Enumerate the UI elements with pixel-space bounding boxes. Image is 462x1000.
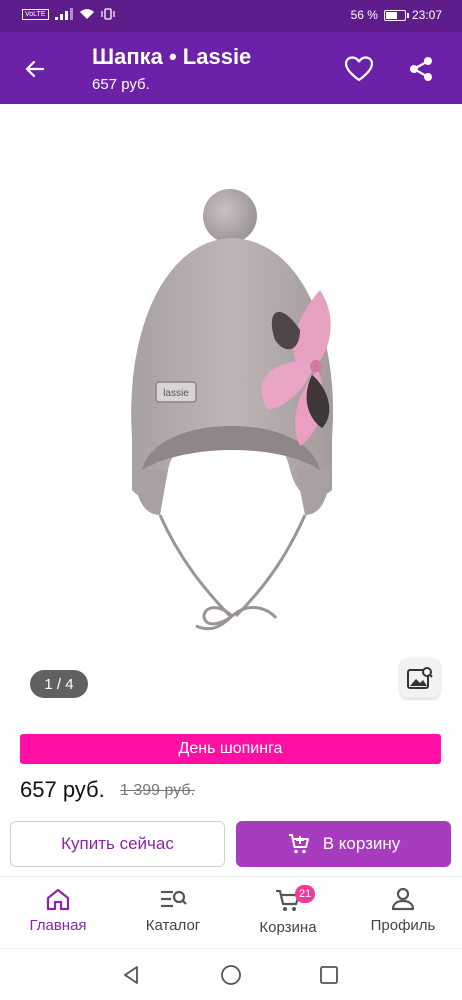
- cart-add-icon: [288, 834, 309, 854]
- favorite-button[interactable]: [340, 50, 378, 88]
- nav-item-catalog[interactable]: Каталог: [118, 887, 228, 945]
- nav-label-catalog: Каталог: [145, 917, 201, 934]
- system-home-button[interactable]: [219, 963, 243, 987]
- image-counter: 1 / 4: [30, 670, 88, 698]
- battery-icon: [383, 9, 409, 21]
- status-left: VoLTE: [22, 8, 115, 20]
- brand-label: lassie: [163, 388, 189, 399]
- share-button[interactable]: [402, 50, 440, 88]
- signal-icon: [54, 8, 73, 20]
- nav-label-cart: Корзина: [259, 919, 317, 936]
- hat-illustration: lassie: [131, 189, 334, 631]
- square-recents-icon: [320, 966, 338, 984]
- app-bar: Шапка • Lassie 657 руб.: [0, 32, 462, 104]
- battery-fill: [385, 11, 398, 19]
- promo-banner: День шопинга: [20, 734, 441, 764]
- share-icon: [410, 57, 432, 81]
- triangle-back-icon: [124, 966, 138, 984]
- profile-icon: [391, 887, 415, 911]
- old-price: 1 399 руб.: [120, 782, 195, 799]
- system-nav: [0, 948, 462, 1000]
- clock: 23:07: [411, 8, 442, 22]
- image-search-icon: [407, 667, 433, 689]
- vibrate-icon: [100, 8, 115, 20]
- image-search-button[interactable]: [400, 658, 440, 698]
- back-arrow-icon: [25, 60, 45, 78]
- home-icon: [46, 888, 70, 911]
- buy-now-button[interactable]: Купить сейчас: [10, 821, 225, 867]
- nav-item-cart[interactable]: 21 Корзина: [233, 885, 343, 945]
- volte-indicator: VoLTE: [22, 8, 49, 20]
- add-to-cart-label: В корзину: [322, 834, 401, 853]
- catalog-search-icon: [161, 890, 187, 908]
- wifi-icon: [79, 9, 94, 19]
- page-title: Шапка • Lassie: [92, 44, 252, 69]
- bottom-nav: Главная Каталог 21 Корзина Профиль: [0, 876, 462, 948]
- heart-icon: [345, 56, 373, 82]
- nav-item-profile[interactable]: Профиль: [348, 887, 458, 945]
- header-price: 657 руб.: [92, 76, 150, 93]
- status-bar: VoLTE 56 % 23:07: [0, 0, 462, 32]
- status-right: 56 % 23:07: [351, 8, 442, 22]
- product-image[interactable]: lassie: [0, 170, 462, 650]
- nav-label-home: Главная: [29, 917, 87, 934]
- system-back-button[interactable]: [119, 963, 143, 987]
- nav-item-home[interactable]: Главная: [3, 887, 113, 945]
- add-to-cart-button[interactable]: В корзину: [236, 821, 451, 867]
- system-recents-button[interactable]: [317, 963, 341, 987]
- battery-percent: 56 %: [350, 8, 378, 22]
- back-button[interactable]: [16, 50, 54, 88]
- current-price: 657 руб.: [20, 777, 105, 802]
- circle-home-icon: [221, 965, 241, 985]
- cart-badge: 21: [295, 885, 316, 903]
- nav-label-profile: Профиль: [370, 917, 436, 934]
